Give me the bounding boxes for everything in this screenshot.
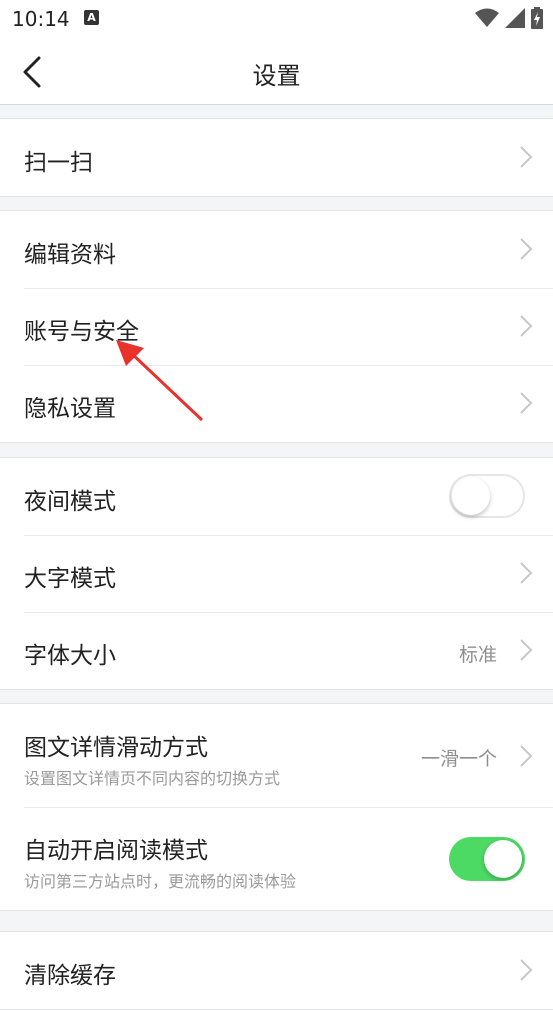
chevron-right-icon (520, 562, 533, 584)
row-night-mode: 夜间模式 (0, 458, 553, 535)
row-label: 隐私设置 (24, 396, 116, 422)
row-subtitle: 设置图文详情页不同内容的切换方式 (24, 769, 281, 788)
toggle-knob (452, 477, 490, 515)
row-scan[interactable]: 扫一扫 (0, 119, 553, 196)
row-auto-reading-mode: 自动开启阅读模式 访问第三方站点时，更流畅的阅读体验 (0, 807, 553, 910)
row-label: 大字模式 (24, 566, 116, 592)
row-label: 编辑资料 (24, 242, 116, 268)
status-bar: 10:14 A (0, 0, 553, 38)
toggle-knob (484, 840, 522, 878)
row-subtitle: 访问第三方站点时，更流畅的阅读体验 (24, 872, 297, 891)
chevron-right-icon (520, 745, 533, 767)
settings-group-account: 编辑资料 账号与安全 隐私设置 (0, 210, 553, 443)
row-label: 夜间模式 (24, 489, 116, 515)
battery-icon (531, 7, 543, 29)
row-label: 图文详情滑动方式 (24, 735, 208, 761)
settings-group-reading: 图文详情滑动方式 设置图文详情页不同内容的切换方式 一滑一个 自动开启阅读模式 … (0, 703, 553, 911)
nav-bar: 设置 (0, 38, 553, 105)
row-label: 清除缓存 (24, 963, 116, 989)
status-time: 10:14 (12, 7, 70, 31)
page-title: 设置 (252, 62, 301, 90)
row-label: 账号与安全 (24, 319, 139, 345)
row-account-security[interactable]: 账号与安全 (0, 288, 553, 365)
row-clear-cache[interactable]: 清除缓存 (0, 932, 553, 1009)
chevron-right-icon (520, 315, 533, 337)
chevron-right-icon (520, 639, 533, 661)
settings-group-cache: 清除缓存 (0, 931, 553, 1010)
row-label: 自动开启阅读模式 (24, 838, 208, 864)
settings-group-scan: 扫一扫 (0, 118, 553, 197)
wifi-icon (475, 8, 499, 27)
chevron-right-icon (520, 238, 533, 260)
settings-group-display: 夜间模式 大字模式 字体大小 标准 (0, 457, 553, 690)
row-slide-mode[interactable]: 图文详情滑动方式 设置图文详情页不同内容的切换方式 一滑一个 (0, 704, 553, 807)
chevron-right-icon (520, 959, 533, 981)
chevron-right-icon (520, 392, 533, 414)
row-font-size[interactable]: 字体大小 标准 (0, 612, 553, 689)
row-value: 一滑一个 (420, 748, 497, 770)
chevron-right-icon (520, 146, 533, 168)
auto-reading-toggle[interactable] (449, 837, 525, 881)
row-privacy-settings[interactable]: 隐私设置 (0, 365, 553, 442)
signal-icon (505, 8, 525, 28)
status-icons (475, 7, 543, 29)
row-edit-profile[interactable]: 编辑资料 (0, 211, 553, 288)
row-value: 标准 (458, 644, 497, 666)
night-mode-toggle[interactable] (449, 474, 525, 518)
notification-app-icon: A (84, 10, 99, 25)
row-label: 字体大小 (24, 643, 116, 669)
row-large-font-mode[interactable]: 大字模式 (0, 535, 553, 612)
row-label: 扫一扫 (24, 150, 93, 176)
